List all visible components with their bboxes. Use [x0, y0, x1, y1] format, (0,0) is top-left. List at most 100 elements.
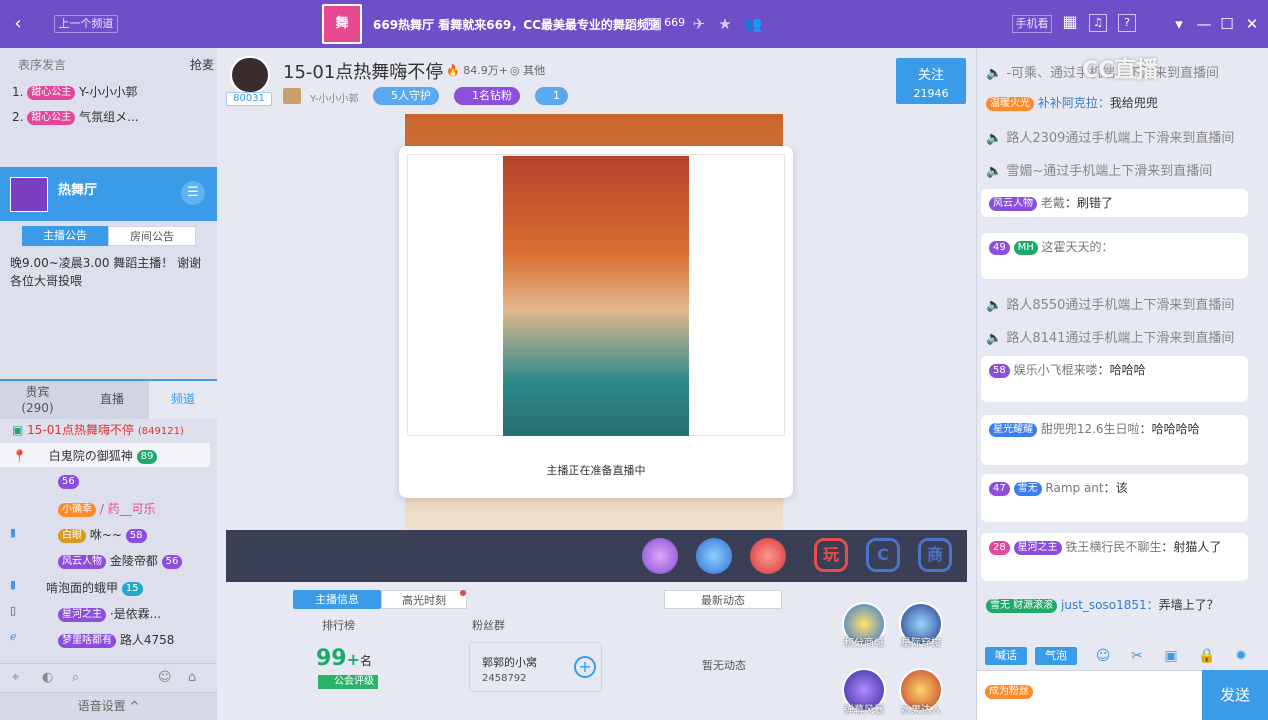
palette-icon[interactable]: ◐: [42, 670, 53, 685]
chat-bubble: 49 MH 这霍天天的：: [981, 233, 1248, 279]
user-row[interactable]: 56: [58, 474, 79, 489]
gift-icon[interactable]: [696, 538, 732, 574]
tab-anchor-info[interactable]: 主播信息: [293, 590, 381, 609]
bell-icon[interactable]: ♫: [1089, 14, 1107, 32]
scissors-icon[interactable]: ✂: [1127, 647, 1147, 665]
gift-icon[interactable]: [750, 538, 786, 574]
prev-channel-button[interactable]: 上一个频道: [54, 15, 118, 33]
grab-mic-button[interactable]: 抢麦: [190, 56, 214, 73]
fans-pill[interactable]: 1: [535, 87, 568, 105]
join-group-icon[interactable]: +: [574, 656, 596, 678]
chat-user[interactable]: 老戴: [1041, 196, 1065, 210]
guard-pill[interactable]: 5人守护: [373, 87, 439, 105]
image-icon[interactable]: ▣: [1161, 647, 1181, 665]
user-row[interactable]: 啃泡面的蛾甲 15: [46, 579, 143, 596]
tab-highlights[interactable]: 高光时刻: [381, 590, 467, 609]
user-row[interactable]: 风云人物 金陵帝都 56: [58, 552, 183, 569]
location-icon[interactable]: ⌖: [12, 670, 19, 685]
settings-icon[interactable]: ✹: [1231, 647, 1251, 665]
close-icon[interactable]: ✕: [1241, 12, 1263, 36]
queue-row-2[interactable]: 2. 甜心公主 气氛组メ...: [12, 108, 139, 125]
user-row[interactable]: 白眼 咻~~ 58: [58, 526, 147, 543]
game-icon[interactable]: ☺: [158, 670, 172, 685]
star-icon[interactable]: ★: [715, 14, 735, 34]
system-message: 🔈 路人2309通过手机端上下滑来到直播间: [986, 127, 1234, 146]
phone-icon: ▯: [10, 604, 17, 617]
system-message: 🔈 路人8141通过手机端上下滑来到直播间: [986, 327, 1234, 346]
diamond-fan-pill[interactable]: 1名钻粉: [454, 87, 520, 105]
queue-rank: 2.: [12, 110, 24, 124]
user-badge: 雪无: [1013, 481, 1042, 496]
tab-latest-news[interactable]: 最新动态: [664, 590, 782, 609]
back-arrow-icon[interactable]: ‹: [8, 12, 28, 36]
mobile-watch-button[interactable]: 手机看: [1012, 15, 1052, 33]
user-row[interactable]: 📍 白鬼院の御狐神 89: [0, 443, 210, 467]
gift-icon[interactable]: [642, 538, 678, 574]
cc-icon[interactable]: C: [866, 538, 900, 572]
category[interactable]: ◎ 其他: [510, 62, 545, 78]
help-icon[interactable]: ?: [1118, 14, 1136, 32]
bubble-button[interactable]: 气泡: [1035, 647, 1077, 665]
chat-user[interactable]: 娱乐小飞棍来喽: [1014, 363, 1098, 377]
chat-input[interactable]: 成为粉丝: [977, 670, 1202, 720]
chat-text: ：该: [1103, 481, 1128, 495]
home-icon[interactable]: ⌂: [188, 670, 196, 685]
queue-name: Y-小小小郭: [79, 85, 138, 99]
left-bottom-bar: ⌖ ◐ ⌕ ☺ ⌂: [0, 663, 217, 692]
new-dot: [460, 590, 466, 596]
send-button[interactable]: 发送: [1202, 670, 1268, 720]
level-badge: 58: [125, 528, 147, 543]
search-icon[interactable]: ⌕: [72, 670, 79, 685]
speaker-icon: 🔈: [986, 131, 1003, 146]
chat-bubble: 47 雪无 Ramp ant：该: [981, 474, 1248, 522]
tab-anchor-notice[interactable]: 主播公告: [22, 226, 108, 246]
become-fan-badge[interactable]: 成为粉丝: [985, 685, 1033, 699]
chat-user[interactable]: just_soso1851：: [1061, 598, 1159, 612]
points-mall-label: 积分商城: [844, 638, 884, 649]
grid-icon[interactable]: ▦: [1061, 14, 1079, 32]
shop-icon[interactable]: 商: [918, 538, 952, 572]
channel-title: 669热舞厅 看舞就来669，CC最美最专业的舞蹈频道: [373, 18, 661, 32]
channel-name: 热舞厅: [58, 183, 98, 198]
phone-icon: ▮: [10, 526, 17, 539]
user-row[interactable]: 小确幸 / 药__可乐: [58, 500, 156, 517]
rank-value: 99+名: [316, 646, 372, 671]
anchor-avatar[interactable]: [230, 56, 270, 94]
users-icon[interactable]: 👥: [743, 14, 763, 34]
fan-group-name: 郭郭的小窝: [482, 656, 537, 669]
lock-icon[interactable]: 🔒: [1197, 647, 1217, 665]
follow-button[interactable]: 关注 21946: [896, 58, 966, 104]
tab-vip[interactable]: 贵宾 (290): [0, 381, 75, 419]
queue-row-1[interactable]: 1. 甜心公主 Y-小小小郭: [12, 83, 137, 100]
level-badge: 58: [989, 363, 1010, 378]
menu-icon[interactable]: ☰: [181, 181, 205, 205]
emoji-icon[interactable]: ☺: [1093, 647, 1113, 665]
minimize-icon[interactable]: —: [1193, 12, 1215, 36]
current-room-row[interactable]: ▣ 15-01点热舞嗨不停 (849121): [12, 421, 184, 438]
tab-live[interactable]: 直播: [75, 381, 149, 419]
anchor-name[interactable]: Y-小小小郭: [310, 90, 359, 105]
danmaku-storm-label: 弹幕风暴: [844, 705, 884, 716]
chat-user[interactable]: 甜兜兜12.6生日啦: [1041, 422, 1140, 436]
chat-user[interactable]: Ramp ant: [1045, 481, 1103, 495]
current-room-count: (849121): [137, 426, 184, 437]
tab-room-notice[interactable]: 房间公告: [108, 226, 196, 246]
rank-unit: 名: [360, 654, 373, 668]
anchor-cover-image: [503, 156, 689, 436]
user-row[interactable]: 星河之主 ·是依霖...: [58, 605, 161, 622]
maximize-icon[interactable]: ☐: [1216, 12, 1238, 36]
voice-settings-button[interactable]: 语音设置 ^: [0, 692, 217, 720]
user-name: 啃泡面的蛾甲: [46, 581, 119, 595]
chat-bubble: 风云人物 老戴：刷错了: [981, 189, 1248, 217]
tab-channel[interactable]: 频道: [149, 381, 217, 419]
shout-button[interactable]: 喊话: [985, 647, 1027, 665]
chat-text: ：哈哈哈哈: [1139, 422, 1200, 436]
chat-user[interactable]: 补补阿克拉：: [1038, 96, 1110, 110]
play-game-icon[interactable]: 玩: [814, 538, 848, 572]
user-row[interactable]: 梦里啥都有 路人4758: [58, 631, 174, 648]
channel-card[interactable]: 热舞厅 ☰: [0, 167, 217, 221]
plane-icon[interactable]: ✈: [689, 14, 709, 34]
dropdown-icon[interactable]: ▾: [1168, 12, 1190, 36]
level-badge: 56: [58, 474, 79, 489]
chat-user[interactable]: 铁王横行民不聊生: [1065, 540, 1161, 554]
